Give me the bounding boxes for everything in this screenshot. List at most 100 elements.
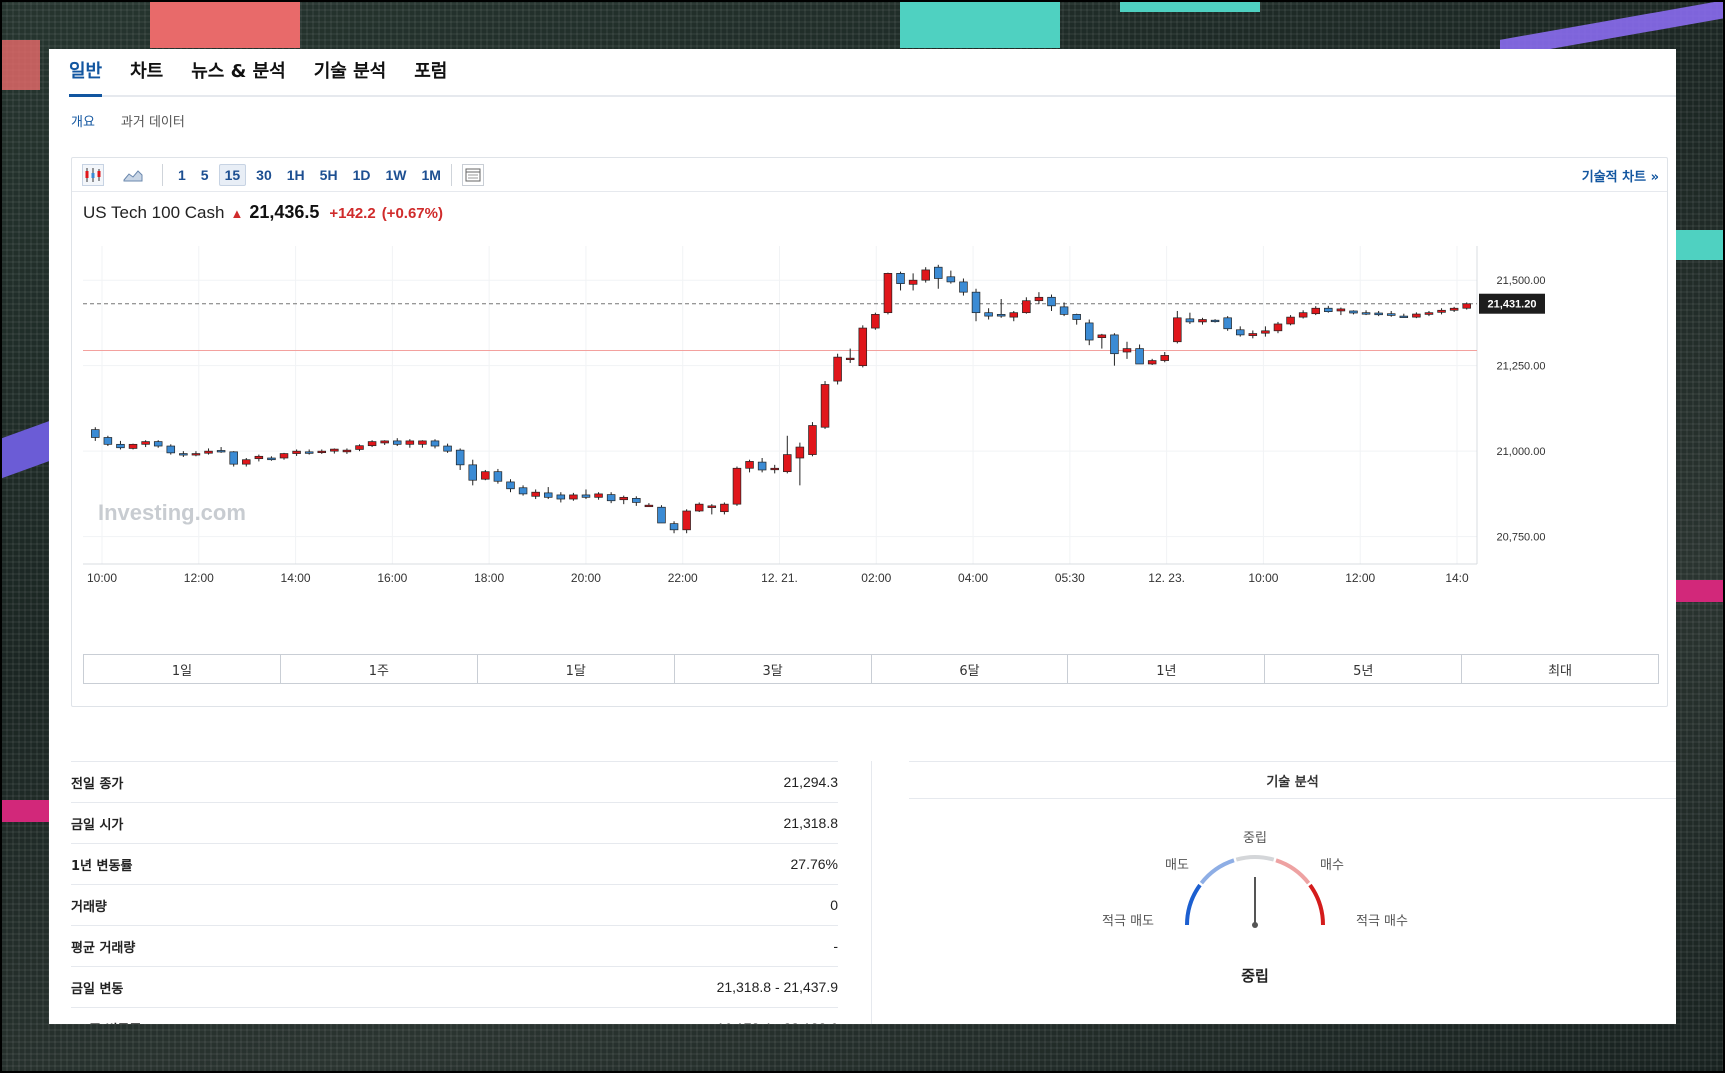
candle [1424, 310, 1434, 317]
range-button[interactable]: 최대 [1462, 655, 1658, 683]
stat-row: 1년 변동률 27.76% [71, 843, 838, 884]
candle-body [934, 266, 943, 279]
candle [632, 496, 641, 506]
candle [455, 448, 465, 470]
interval-button-1w[interactable]: 1W [380, 165, 411, 185]
candle-body [367, 441, 377, 447]
x-tick-label: 10:00 [87, 571, 117, 585]
candle-body [543, 492, 553, 498]
stat-label: 1년 변동률 [71, 858, 133, 874]
candle-body [518, 487, 528, 495]
range-button[interactable]: 1일 [84, 655, 281, 683]
up-arrow-icon: ▲ [230, 206, 244, 221]
stat-value: 21,318.8 [783, 815, 839, 831]
candle [720, 502, 729, 515]
candle-body [179, 453, 188, 456]
candle-body [921, 269, 930, 281]
x-tick-label: 12:00 [184, 571, 214, 585]
x-tick-label: 16:00 [377, 571, 407, 585]
x-tick-label: 12. 21. [761, 571, 798, 585]
tab-technical-analysis[interactable]: 기술 분석 [314, 49, 387, 97]
candle [292, 449, 301, 456]
technical-chart-link[interactable]: 기술적 차트 » [1582, 166, 1659, 185]
range-button[interactable]: 6달 [872, 655, 1069, 683]
candle [1248, 330, 1258, 339]
range-button[interactable]: 5년 [1265, 655, 1463, 683]
tab-news-analysis[interactable]: 뉴스 & 분석 [191, 49, 285, 97]
candle [355, 444, 364, 452]
candle [908, 273, 918, 291]
candle-body [443, 445, 452, 452]
interval-button-30[interactable]: 30 [251, 165, 277, 185]
instrument-name: US Tech 100 Cash [83, 203, 225, 222]
candle [594, 492, 603, 500]
interval-button-1m[interactable]: 1M [416, 165, 445, 185]
candle-body [820, 384, 830, 428]
candle [1085, 319, 1094, 346]
candle [506, 479, 515, 493]
price-chart[interactable]: 21,500.00 21,250.00 21,000.00 20,750.00 Inve… [72, 238, 1669, 648]
candle-body [632, 497, 641, 503]
interval-button-15[interactable]: 15 [218, 163, 247, 186]
candle-body [380, 440, 389, 444]
interval-button-1[interactable]: 1 [173, 165, 191, 185]
technical-summary: 기술 분석 중립 매도 매수 적극 매도 적극 매수 중립 [909, 761, 1676, 985]
range-button[interactable]: 1주 [281, 655, 478, 683]
interval-button-1d[interactable]: 1D [348, 165, 376, 185]
interval-button-5[interactable]: 5 [196, 165, 214, 185]
stat-value: 21,318.8 - 21,437.9 [716, 979, 838, 995]
subtab-historical-data[interactable]: 과거 데이터 [121, 111, 185, 130]
tab-forum[interactable]: 포럼 [414, 49, 447, 97]
candle-body [430, 440, 440, 447]
main-tabs: 일반 차트 뉴스 & 분석 기술 분석 포럼 [69, 49, 1676, 97]
stat-row: 금일 시가 21,318.8 [71, 802, 838, 843]
subtab-overview[interactable]: 개요 [71, 111, 95, 130]
stat-value: 16,178.4 - 22,132.6 [717, 1020, 838, 1024]
candle [732, 466, 742, 506]
gauge-label-buy: 매수 [1320, 858, 1344, 873]
candle-body [845, 357, 855, 361]
candle-body [292, 450, 301, 454]
candle [543, 487, 553, 500]
candle-body [330, 448, 339, 452]
candle [405, 439, 415, 448]
table-view-icon[interactable] [461, 163, 484, 186]
candle [1135, 344, 1144, 365]
y-tick-label: 20,750.00 [1497, 532, 1546, 544]
candle-body [619, 496, 628, 501]
y-tick-label: 21,250.00 [1497, 361, 1546, 373]
candle-body [682, 510, 691, 531]
column-divider [871, 761, 872, 1024]
candle-body [1034, 296, 1044, 302]
range-button[interactable]: 1년 [1068, 655, 1266, 683]
tab-chart[interactable]: 차트 [130, 49, 163, 97]
range-button[interactable]: 3달 [675, 655, 872, 683]
candle [1160, 352, 1169, 363]
candle [1047, 294, 1056, 311]
candle-body [1185, 318, 1195, 323]
range-button[interactable]: 1달 [478, 655, 675, 683]
gauge-neutral-arc [1235, 855, 1275, 862]
candle [493, 468, 503, 484]
candlestick-chart-icon[interactable] [82, 163, 104, 186]
area-chart-icon[interactable] [122, 164, 144, 186]
candle [644, 503, 654, 508]
tab-general[interactable]: 일반 [69, 49, 103, 97]
interval-button-5h[interactable]: 5H [315, 165, 343, 185]
candle-body [91, 429, 100, 438]
x-tick-label: 10:00 [1248, 571, 1278, 585]
candle-body [1173, 317, 1182, 343]
candle-body [493, 471, 503, 482]
investing-watermark: Investing.com [98, 500, 246, 525]
candle-body [1059, 306, 1069, 315]
interval-button-1h[interactable]: 1H [282, 165, 310, 185]
candle [934, 264, 943, 289]
candle-body [1399, 315, 1409, 318]
candle [871, 312, 880, 330]
candle-body [1324, 307, 1333, 313]
candle [430, 439, 440, 449]
candle-body [1374, 312, 1383, 316]
candle-body [946, 276, 956, 283]
candle-body [833, 356, 842, 382]
candle [330, 448, 339, 454]
